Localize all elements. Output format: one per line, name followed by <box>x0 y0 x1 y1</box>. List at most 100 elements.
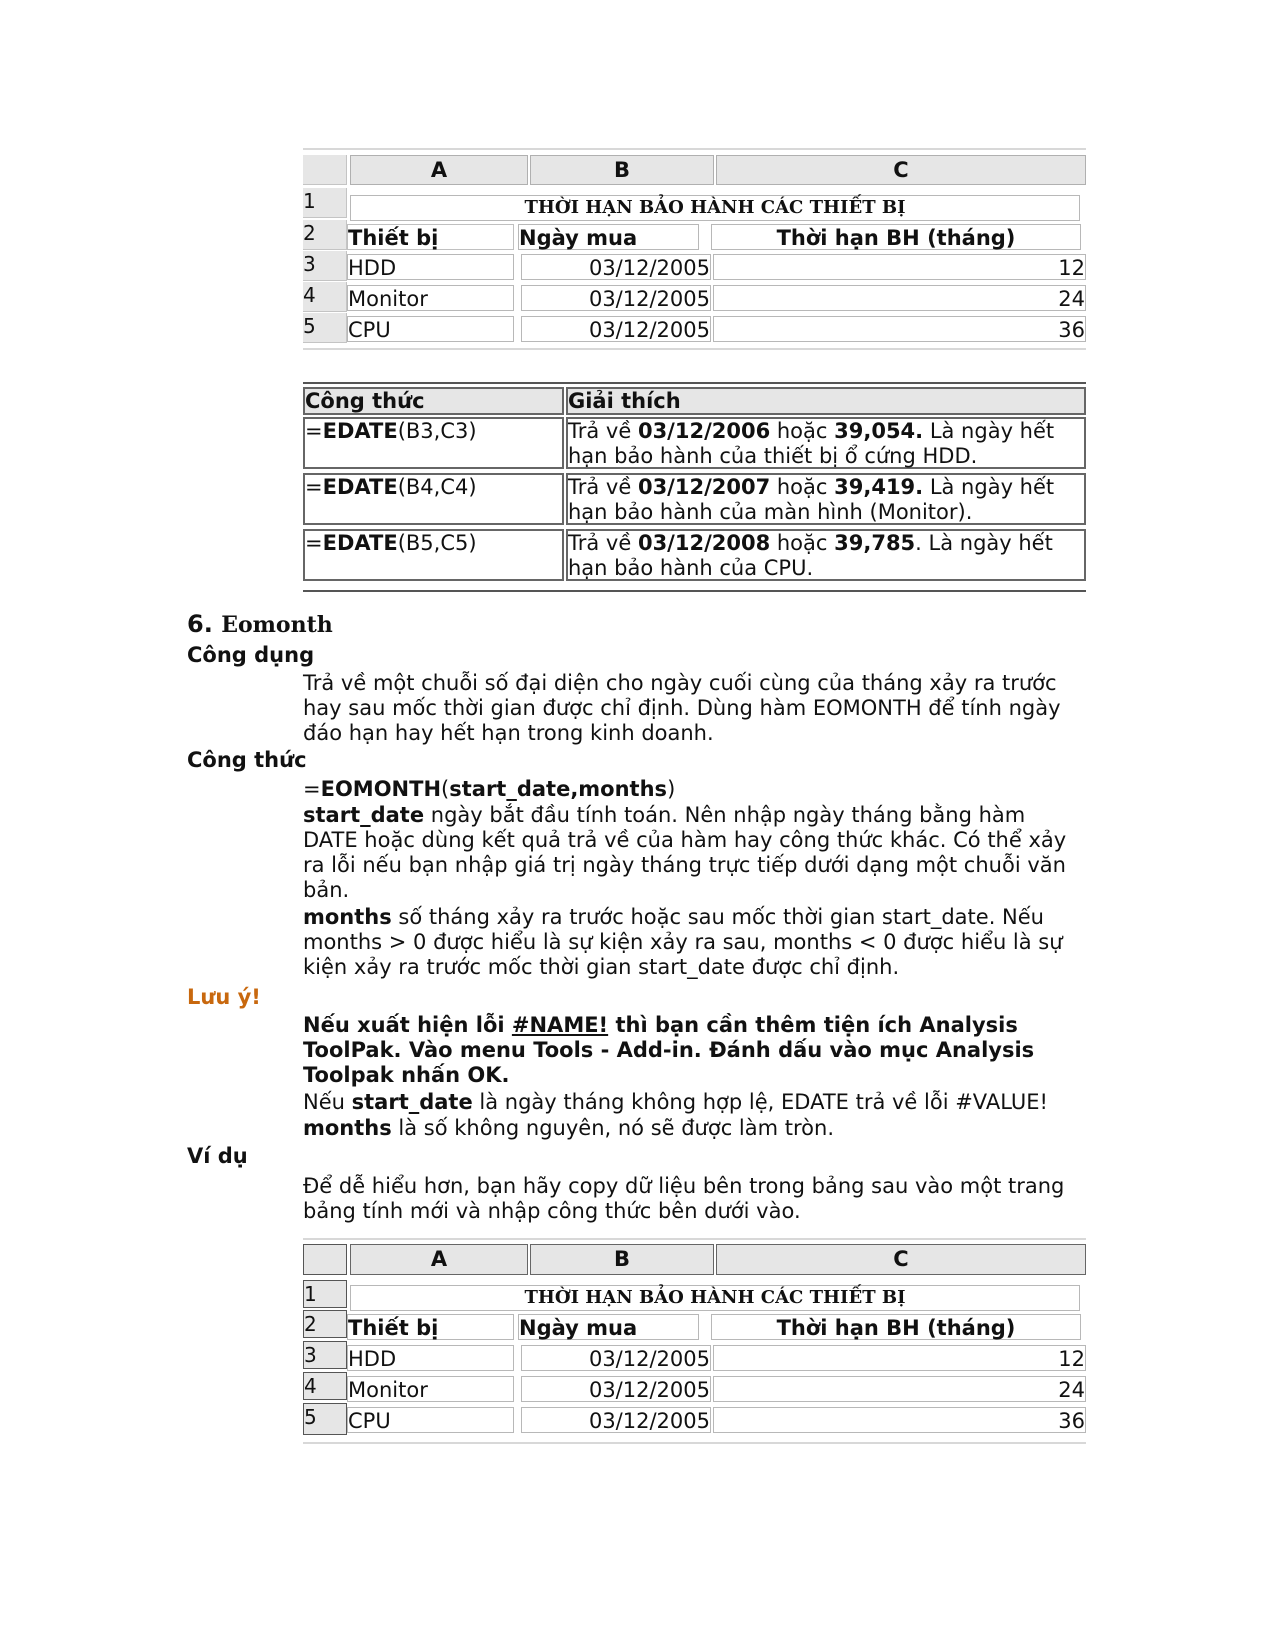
syntax-fn: EOMONTH <box>320 777 442 801</box>
column-header-c: C <box>716 1244 1086 1275</box>
column-header-a: A <box>350 155 528 185</box>
cell-device: Monitor <box>347 285 514 311</box>
explanation-cell: Trả về 03/12/2007 hoặc 39,419. Là ngày h… <box>566 473 1086 525</box>
section-heading: 6. Eomonth <box>187 610 333 638</box>
syntax-line: =EOMONTH(start_date,months) <box>303 777 1083 802</box>
section-title: Eomonth <box>221 612 333 638</box>
syntax-open: ( <box>441 777 450 801</box>
header-formula: Công thức <box>303 387 564 415</box>
row-number: 2 <box>303 1310 347 1338</box>
header-device: Thiết bị <box>347 224 514 250</box>
example-text: Để dễ hiểu hơn, bạn hãy copy dữ liệu bên… <box>303 1174 1065 1223</box>
note-rounding: months là số không nguyên, nó sẽ được là… <box>303 1116 1083 1141</box>
header-purchase-date: Ngày mua <box>518 224 699 250</box>
explanation-text: hoặc <box>770 419 835 443</box>
cell-device: CPU <box>347 1407 514 1433</box>
formula-label: Công thức <box>187 748 307 772</box>
formula-eq: = <box>305 531 323 555</box>
formula-cell: =EDATE(B3,C3) <box>303 417 564 469</box>
name-error-link[interactable]: #NAME! <box>512 1013 608 1037</box>
row-number: 4 <box>303 282 347 312</box>
cell-device: CPU <box>347 316 514 342</box>
cell-date: 03/12/2005 <box>521 1407 711 1433</box>
result-serial: 39,054. <box>834 419 924 443</box>
formula-fn: EDATE <box>322 531 398 555</box>
row-number: 3 <box>303 251 347 281</box>
note-arg: months <box>303 1116 392 1140</box>
cell-date: 03/12/2005 <box>521 1345 711 1371</box>
column-header-a: A <box>350 1244 528 1275</box>
note-arg: start_date <box>351 1090 473 1114</box>
header-warranty-months: Thời hạn BH (tháng) <box>711 1314 1081 1340</box>
row-number: 1 <box>303 188 347 218</box>
example-label: Ví dụ <box>187 1144 248 1168</box>
formula-table: Công thức Giải thích =EDATE(B3,C3) Trả v… <box>303 382 1086 592</box>
formula-args: (B5,C5) <box>397 531 477 555</box>
explanation-cell: Trả về 03/12/2008 hoặc 39,785. Là ngày h… <box>566 529 1086 581</box>
cell-device: HDD <box>347 254 514 280</box>
formula-fn: EDATE <box>322 475 398 499</box>
cell-months: 36 <box>713 1407 1086 1433</box>
arg-name: months <box>303 905 392 929</box>
cell-device: HDD <box>347 1345 514 1371</box>
table-title-cell: THỜI HẠN BẢO HÀNH CÁC THIẾT BỊ <box>350 195 1080 221</box>
formula-args: (B4,C4) <box>397 475 477 499</box>
table-title-cell: THỜI HẠN BẢO HÀNH CÁC THIẾT BỊ <box>350 1285 1080 1311</box>
result-serial: 39,419. <box>834 475 924 499</box>
result-serial: 39,785 <box>834 531 916 555</box>
formula-eq: = <box>305 475 323 499</box>
result-date: 03/12/2008 <box>637 531 771 555</box>
note-text-part: Nếu <box>303 1090 352 1114</box>
arg-months: months số tháng xảy ra trước hoặc sau mố… <box>303 905 1083 980</box>
formula-cell: =EDATE(B5,C5) <box>303 529 564 581</box>
row-number: 4 <box>303 1372 347 1400</box>
cell-date: 03/12/2005 <box>521 316 711 342</box>
spreadsheet-table-1: A B C 1 THỜI HẠN BẢO HÀNH CÁC THIẾT BỊ 2… <box>303 148 1086 350</box>
cell-device: Monitor <box>347 1376 514 1402</box>
usage-label: Công dụng <box>187 643 315 667</box>
usage-text: Trả về một chuỗi số đại diện cho ngày cu… <box>303 671 1061 745</box>
header-device: Thiết bị <box>347 1314 514 1340</box>
cell-date: 03/12/2005 <box>521 285 711 311</box>
arg-description: số tháng xảy ra trước hoặc sau mốc thời … <box>303 905 1063 979</box>
row-number: 3 <box>303 1341 347 1369</box>
explanation-text: Trả về <box>568 419 638 443</box>
corner-cell <box>303 155 347 185</box>
arg-name: start_date <box>303 803 425 827</box>
column-header-b: B <box>530 155 714 185</box>
syntax-eq: = <box>303 777 321 801</box>
header-explanation: Giải thích <box>566 387 1086 415</box>
column-header-c: C <box>716 155 1086 185</box>
note-text: Nếu xuất hiện lỗi #NAME! thì bạn cần thê… <box>303 1013 1083 1088</box>
formula-cell: =EDATE(B4,C4) <box>303 473 564 525</box>
note-text-part: là số không nguyên, nó sẽ được làm tròn. <box>391 1116 835 1140</box>
corner-cell <box>303 1244 347 1275</box>
section-number: 6. <box>187 610 213 638</box>
explanation-text: hoặc <box>770 475 835 499</box>
spreadsheet-table-2: A B C 1 THỜI HẠN BẢO HÀNH CÁC THIẾT BỊ 2… <box>303 1238 1086 1444</box>
arg-start-date: start_date ngày bắt đầu tính toán. Nên n… <box>303 803 1083 903</box>
cell-months: 36 <box>713 316 1086 342</box>
header-warranty-months: Thời hạn BH (tháng) <box>711 224 1081 250</box>
result-date: 03/12/2007 <box>637 475 771 499</box>
formula-args: (B3,C3) <box>397 419 477 443</box>
syntax-args: start_date,months <box>449 777 668 801</box>
row-number: 2 <box>303 220 347 250</box>
row-number: 1 <box>303 1280 347 1308</box>
row-number: 5 <box>303 313 347 343</box>
explanation-cell: Trả về 03/12/2006 hoặc 39,054. Là ngày h… <box>566 417 1086 469</box>
explanation-text: Trả về <box>568 475 638 499</box>
row-number: 5 <box>303 1403 347 1435</box>
header-purchase-date: Ngày mua <box>518 1314 699 1340</box>
note-text-part: là ngày tháng không hợp lệ, EDATE trả về… <box>472 1090 1048 1114</box>
cell-months: 12 <box>713 1345 1086 1371</box>
cell-months: 24 <box>713 285 1086 311</box>
syntax-close: ) <box>667 777 676 801</box>
explanation-text: hoặc <box>770 531 835 555</box>
note-invalid-date: Nếu start_date là ngày tháng không hợp l… <box>303 1090 1083 1115</box>
cell-months: 24 <box>713 1376 1086 1402</box>
cell-date: 03/12/2005 <box>521 1376 711 1402</box>
explanation-text: Trả về <box>568 531 638 555</box>
cell-months: 12 <box>713 254 1086 280</box>
formula-fn: EDATE <box>322 419 398 443</box>
